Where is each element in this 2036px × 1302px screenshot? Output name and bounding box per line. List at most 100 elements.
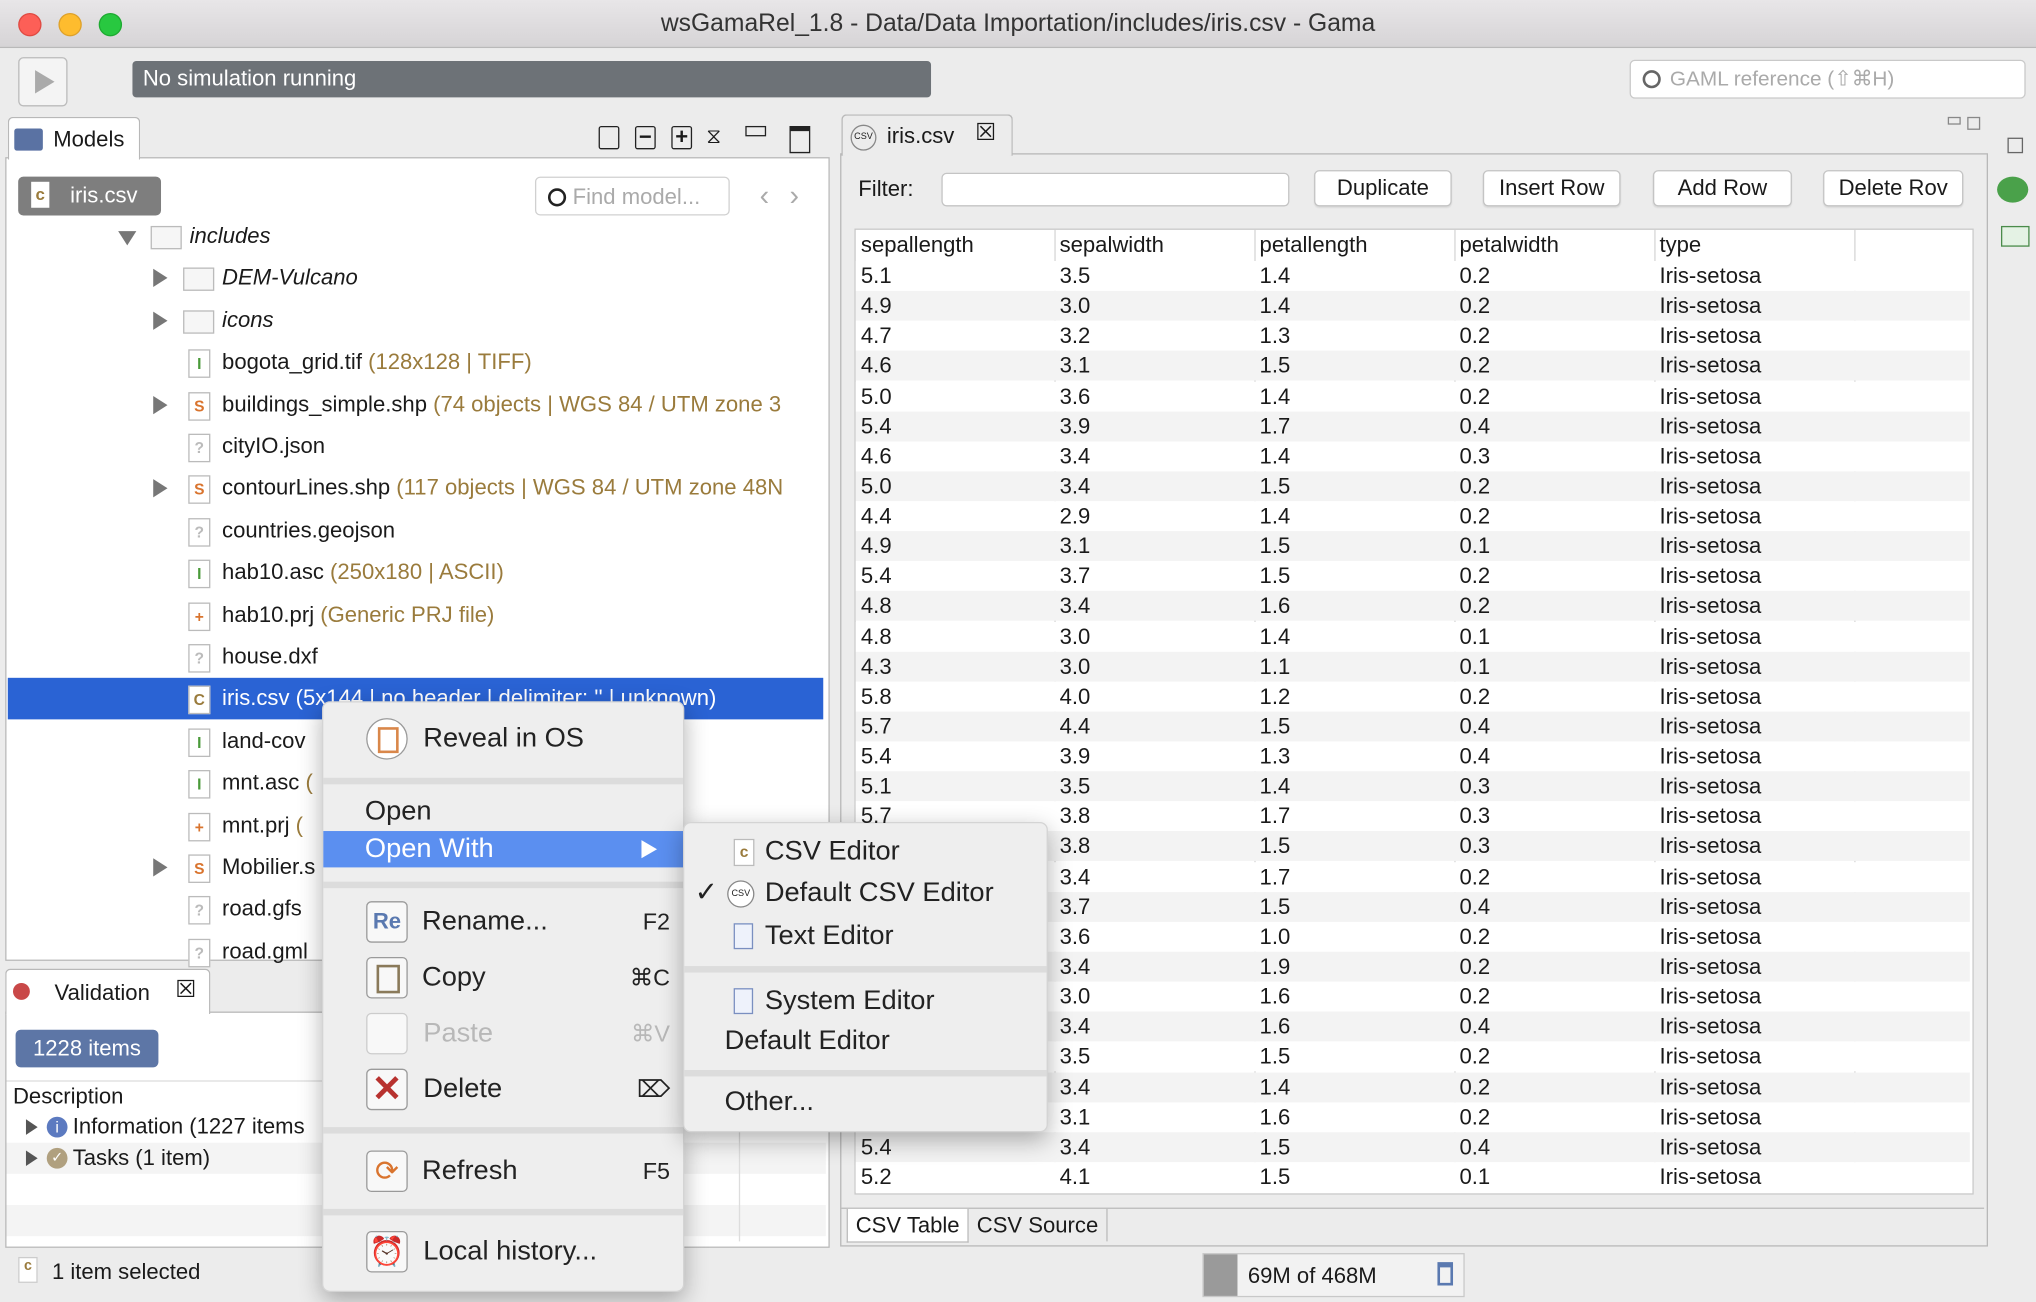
filter-icon[interactable]: ⧖ xyxy=(706,126,721,149)
collapse-all-icon[interactable]: − xyxy=(634,125,656,150)
menu-item-paste[interactable]: Paste ⌘V xyxy=(323,1012,683,1056)
menu-item-copy[interactable]: Copy ⌘C xyxy=(323,956,683,1000)
menu-item-local-history[interactable]: ⏰ Local history... xyxy=(323,1230,683,1274)
duplicate-button[interactable]: Duplicate xyxy=(1314,170,1452,207)
table-cell: Iris-setosa xyxy=(1659,924,1762,950)
menu-item-open[interactable]: Open xyxy=(323,792,683,831)
table-cell: 3.4 xyxy=(1059,954,1091,980)
expand-all-icon[interactable]: + xyxy=(671,125,693,150)
gama-window: wsGamaRel_1.8 - Data/Data Importation/in… xyxy=(0,0,2036,1302)
breadcrumb[interactable]: c iris.csv xyxy=(18,176,162,216)
folder-icon xyxy=(183,267,215,292)
tree-item-detail: (74 objects | WGS 84 / UTM zone 3 xyxy=(426,391,782,417)
memory-indicator[interactable]: 69M of 468M xyxy=(1202,1253,1465,1298)
tree-item[interactable]: ? house.dxf xyxy=(8,636,823,678)
column-header[interactable]: sepallength xyxy=(856,230,1055,260)
table-cell: 0.1 xyxy=(1459,533,1491,559)
tab-label: Validation xyxy=(54,980,150,1006)
insert-row-button[interactable]: Insert Row xyxy=(1482,170,1621,207)
menu-item-label: Copy xyxy=(422,962,486,993)
tree-item[interactable]: Ibogota_grid.tif (128x128 | TIFF) xyxy=(8,342,823,384)
table-cell: 1.5 xyxy=(1259,714,1291,739)
expand-arrow-icon[interactable] xyxy=(153,395,168,414)
chat-icon[interactable] xyxy=(1997,176,2029,203)
table-cell: 3.0 xyxy=(1059,654,1091,679)
table-cell: 3.9 xyxy=(1059,744,1091,769)
close-icon[interactable]: ☒ xyxy=(975,119,996,146)
restore-icon[interactable] xyxy=(2007,137,2024,154)
forward-icon[interactable]: › xyxy=(789,179,799,213)
tree-item[interactable]: DEM-Vulcano xyxy=(8,258,823,300)
filter-input[interactable] xyxy=(941,172,1290,207)
find-model-input[interactable]: Find model... xyxy=(534,176,730,216)
tab-csv-source[interactable]: CSV Source xyxy=(969,1208,1108,1242)
shape-file-icon: S xyxy=(188,475,211,505)
minimize-view-icon[interactable] xyxy=(745,125,767,137)
menu-item-refresh[interactable]: ⟳ Refresh F5 xyxy=(323,1149,683,1193)
prj-file-icon: + xyxy=(188,812,211,841)
expand-arrow-icon[interactable] xyxy=(25,1119,38,1135)
description-column-header[interactable]: Description xyxy=(13,1084,123,1110)
menu-item-reveal-in-os[interactable]: Reveal in OS xyxy=(323,718,683,760)
table-cell: 3.1 xyxy=(1059,533,1091,559)
find-model-placeholder: Find model... xyxy=(572,184,701,210)
table-cell: 1.4 xyxy=(1259,443,1291,469)
minimize-editor-icon[interactable] xyxy=(1947,116,1961,125)
menu-item-delete[interactable]: ✕ Delete ⌦ xyxy=(323,1067,683,1111)
back-icon[interactable]: ‹ xyxy=(760,179,770,213)
trash-icon[interactable] xyxy=(1437,1262,1454,1286)
table-cell: 3.4 xyxy=(1059,473,1091,499)
tree-item[interactable]: Ihab10.asc (250x180 | ASCII) xyxy=(8,552,823,594)
table-cell: 3.6 xyxy=(1059,924,1091,950)
gaml-reference-search[interactable]: GAML reference (⇧⌘H) xyxy=(1629,59,2026,99)
column-header[interactable]: petallength xyxy=(1254,230,1454,260)
console-icon[interactable] xyxy=(2000,225,2030,247)
unknown-file-icon: ? xyxy=(188,433,211,463)
expand-arrow-icon[interactable] xyxy=(153,858,168,877)
table-cell: 3.4 xyxy=(1059,1134,1091,1160)
expand-arrow-icon[interactable] xyxy=(153,479,168,498)
table-cell: 0.1 xyxy=(1459,623,1491,649)
maximize-editor-icon[interactable] xyxy=(1967,116,1981,130)
tab-iris-csv[interactable]: CSV iris.csv ☒ xyxy=(841,114,1013,156)
table-cell: 5.0 xyxy=(860,383,892,409)
maximize-view-icon[interactable] xyxy=(789,125,811,154)
expand-arrow-icon[interactable] xyxy=(25,1150,38,1167)
tab-validation[interactable]: Validation ☒ xyxy=(5,968,211,1015)
tree-item[interactable]: icons xyxy=(8,300,823,342)
menu-item-rename[interactable]: Re Rename... F2 xyxy=(323,900,683,944)
column-header[interactable]: sepalwidth xyxy=(1054,230,1254,260)
column-header[interactable]: type xyxy=(1654,230,1854,260)
rename-icon: Re xyxy=(366,901,408,943)
collapse-arrow-icon[interactable] xyxy=(118,231,137,246)
tree-item[interactable]: + hab10.prj (Generic PRJ file) xyxy=(8,594,823,636)
csv-file-icon: c xyxy=(18,1256,38,1283)
tree-item[interactable]: Sbuildings_simple.shp (74 objects | WGS … xyxy=(8,384,823,426)
refresh-icon: ⟳ xyxy=(366,1150,408,1193)
add-row-button[interactable]: Add Row xyxy=(1652,170,1792,207)
table-cell: 3.5 xyxy=(1059,774,1091,799)
table-cell: 3.5 xyxy=(1059,263,1091,289)
table-cell: Iris-setosa xyxy=(1659,1014,1762,1040)
table-cell: Iris-setosa xyxy=(1659,593,1762,619)
expand-arrow-icon[interactable] xyxy=(153,311,168,330)
tree-item[interactable]: ? cityIO.json xyxy=(8,426,823,468)
delete-row-button[interactable]: Delete Rov xyxy=(1823,170,1964,207)
table-cell: 1.7 xyxy=(1259,864,1291,889)
tree-item[interactable]: ? countries.geojson xyxy=(8,510,823,552)
column-header[interactable]: petalwidth xyxy=(1454,230,1654,260)
expand-arrow-icon[interactable] xyxy=(153,269,168,288)
close-icon[interactable]: ☒ xyxy=(175,976,196,1003)
link-editor-icon[interactable] xyxy=(598,125,620,150)
tree-item[interactable]: includes xyxy=(8,216,823,258)
table-cell: 3.4 xyxy=(1059,864,1091,889)
table-cell: Iris-setosa xyxy=(1659,684,1762,709)
unknown-file-icon: ? xyxy=(188,644,211,673)
run-simulation-button[interactable] xyxy=(18,57,68,107)
tree-item[interactable]: ScontourLines.shp (117 objects | WGS 84 … xyxy=(8,468,823,510)
menu-item-open-with[interactable]: Open With xyxy=(323,831,684,868)
table-cell: 1.3 xyxy=(1259,323,1291,349)
tab-csv-table[interactable]: CSV Table xyxy=(846,1208,969,1243)
tab-models[interactable]: Models xyxy=(7,116,141,160)
table-cell: Iris-setosa xyxy=(1659,473,1762,499)
